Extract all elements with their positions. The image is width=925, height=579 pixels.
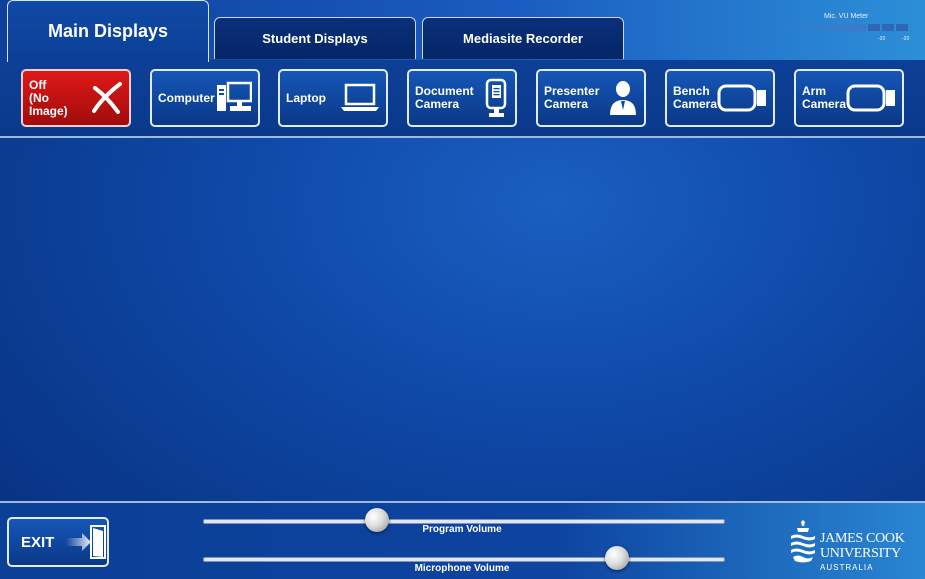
source-label: Computer bbox=[158, 90, 215, 105]
exit-door-icon bbox=[64, 524, 108, 560]
source-presenter-camera-button[interactable]: Presenter Camera bbox=[536, 69, 646, 127]
main-content-area bbox=[0, 138, 925, 501]
source-arm-camera-button[interactable]: Arm Camera bbox=[794, 69, 904, 127]
source-bench-camera-button[interactable]: Bench Camera bbox=[665, 69, 775, 127]
tab-label: Student Displays bbox=[262, 31, 368, 46]
source-label: Presenter Camera bbox=[544, 84, 600, 111]
presenter-icon bbox=[608, 80, 638, 116]
source-label: Laptop bbox=[286, 90, 326, 105]
document-camera-icon bbox=[485, 78, 509, 118]
vu-meter-label: Mic. VU Meter bbox=[824, 13, 869, 20]
source-label: Bench Camera bbox=[673, 84, 718, 111]
tab-main-displays[interactable]: Main Displays bbox=[7, 0, 209, 62]
source-computer-button[interactable]: Computer bbox=[150, 69, 260, 127]
vu-tick: -20 bbox=[902, 36, 910, 42]
logo-line1: JAMES COOK bbox=[820, 531, 905, 546]
program-volume-label: Program Volume bbox=[422, 524, 502, 535]
source-off-button[interactable]: Off (No Image) bbox=[21, 69, 131, 127]
logo-line2: UNIVERSITY bbox=[820, 546, 901, 561]
tab-label: Main Displays bbox=[47, 21, 169, 41]
source-label: Document Camera bbox=[415, 84, 474, 111]
microphone-volume-knob[interactable] bbox=[605, 546, 629, 570]
camera-icon bbox=[717, 83, 769, 113]
exit-button[interactable]: EXIT bbox=[7, 517, 109, 567]
source-label: Arm Camera bbox=[802, 84, 847, 111]
bottom-bar: EXIT Program Volume Microphone Volume JA… bbox=[0, 501, 925, 579]
exit-label: EXIT bbox=[21, 533, 55, 551]
source-document-camera-button[interactable]: Document Camera bbox=[407, 69, 517, 127]
logo-line3: AUSTRALIA bbox=[820, 563, 874, 572]
laptop-icon bbox=[340, 83, 380, 113]
desktop-computer-icon bbox=[216, 81, 252, 115]
tab-mediasite-recorder[interactable]: Mediasite Recorder bbox=[422, 17, 624, 59]
source-label: Off (No Image) bbox=[29, 77, 68, 118]
tab-label: Mediasite Recorder bbox=[463, 31, 583, 46]
source-strip: Off (No Image) Computer Laptop Document … bbox=[0, 60, 925, 138]
microphone-volume-slider[interactable] bbox=[203, 557, 725, 562]
tab-student-displays[interactable]: Student Displays bbox=[214, 17, 416, 59]
camera-icon bbox=[846, 83, 898, 113]
x-icon bbox=[89, 81, 123, 115]
university-logo: JAMES COOK UNIVERSITY AUSTRALIA bbox=[788, 520, 918, 572]
crest-icon bbox=[791, 520, 815, 563]
source-laptop-button[interactable]: Laptop bbox=[278, 69, 388, 127]
vu-tick: -20 bbox=[878, 36, 886, 42]
microphone-volume-label: Microphone Volume bbox=[414, 563, 510, 574]
